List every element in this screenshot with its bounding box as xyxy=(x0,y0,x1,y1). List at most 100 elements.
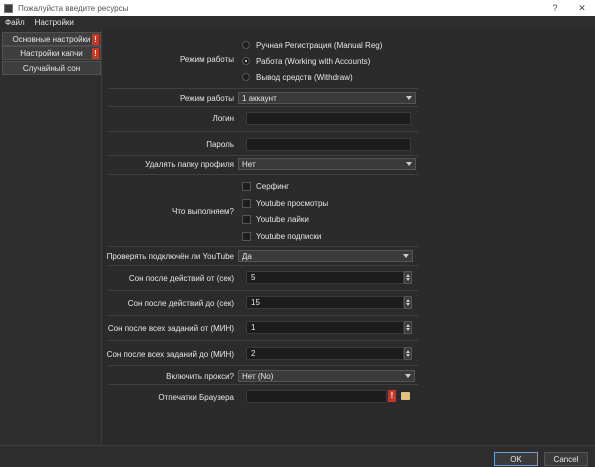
radio-label: Работа (Working with Accounts) xyxy=(256,56,371,66)
checkbox[interactable] xyxy=(242,231,251,241)
sleep-after-to-input[interactable]: 15 xyxy=(246,296,404,309)
checkbox-label: Youtube просмотры xyxy=(256,198,329,208)
checkbox-surfing[interactable]: Серфинг xyxy=(242,179,289,193)
radio-working-accounts[interactable]: Работа (Working with Accounts) xyxy=(242,54,370,68)
work-mode2-label: Режим работы xyxy=(179,94,234,103)
checkbox-youtube-views[interactable]: Youtube просмотры xyxy=(242,196,328,210)
sidebar-item-main-settings[interactable]: Основные настройки ! xyxy=(2,32,101,46)
radio-button-selected[interactable] xyxy=(242,57,250,65)
divider xyxy=(108,290,418,291)
what-to-do-label: Что выполняем? xyxy=(172,207,234,216)
select-value: Нет xyxy=(242,159,256,169)
checkbox[interactable] xyxy=(242,214,251,224)
warning-icon: ! xyxy=(388,390,396,402)
window-title: Пожалуйста введите ресурсы xyxy=(18,3,129,13)
radio-button[interactable] xyxy=(242,41,250,49)
spin-buttons[interactable] xyxy=(404,296,412,309)
checkbox-youtube-likes[interactable]: Youtube лайки xyxy=(242,212,309,226)
password-field[interactable] xyxy=(246,138,411,151)
checkbox-label: Youtube подписки xyxy=(256,231,322,241)
login-label: Логин xyxy=(212,114,234,123)
sleep-all-from-input[interactable]: 1 xyxy=(246,321,404,334)
divider xyxy=(108,265,418,266)
spin-up-icon[interactable] xyxy=(406,274,410,277)
spin-buttons[interactable] xyxy=(404,271,412,284)
help-button[interactable]: ? xyxy=(544,0,566,16)
fingerprints-label: Отпечатки Браузера xyxy=(158,393,234,402)
spin-down-icon[interactable] xyxy=(406,354,410,357)
spin-down-icon[interactable] xyxy=(406,278,410,281)
spin-buttons[interactable] xyxy=(404,321,412,334)
chevron-down-icon xyxy=(405,374,411,378)
warning-icon: ! xyxy=(92,48,99,59)
proxy-label: Включить прокси? xyxy=(166,372,234,381)
check-youtube-select[interactable]: Да xyxy=(238,250,413,262)
sleep-after-to-label: Сон после действий до (сек) xyxy=(127,299,234,308)
divider xyxy=(108,131,418,132)
radio-withdraw[interactable]: Вывод средств (Withdraw) xyxy=(242,70,353,84)
radio-label: Вывод средств (Withdraw) xyxy=(256,72,353,82)
divider xyxy=(108,246,418,247)
chevron-down-icon xyxy=(406,162,412,166)
check-youtube-label: Проверять подключён ли YouTube xyxy=(106,252,234,261)
spin-value: 1 xyxy=(251,323,256,332)
cancel-button[interactable]: Cancel xyxy=(544,452,588,466)
folder-icon[interactable] xyxy=(401,392,410,400)
chevron-down-icon xyxy=(403,254,409,258)
sleep-after-from-label: Сон после действий от (сек) xyxy=(128,274,234,283)
login-field[interactable] xyxy=(246,112,411,125)
menu-file[interactable]: Файл xyxy=(0,18,30,27)
sleep-all-from-label: Сон после всех заданий от (МИН) xyxy=(107,324,234,333)
divider xyxy=(108,315,418,316)
spin-value: 2 xyxy=(251,349,256,358)
radio-button[interactable] xyxy=(242,73,250,81)
delete-profile-select[interactable]: Нет xyxy=(238,158,416,170)
divider xyxy=(108,365,418,366)
spin-up-icon[interactable] xyxy=(406,299,410,302)
work-mode-select[interactable]: 1 аккаунт xyxy=(238,92,416,104)
checkbox-youtube-subscriptions[interactable]: Youtube подписки xyxy=(242,229,321,243)
chevron-down-icon xyxy=(406,96,412,100)
spin-down-icon[interactable] xyxy=(406,328,410,331)
password-label: Пароль xyxy=(206,140,234,149)
menu-settings[interactable]: Настройки xyxy=(30,18,79,27)
ok-button[interactable]: OK xyxy=(494,452,538,466)
checkbox-label: Youtube лайки xyxy=(256,214,309,224)
sidebar-item-label: Основные настройки xyxy=(12,34,91,44)
sidebar-item-random-sleep[interactable]: Случайный сон xyxy=(2,61,101,75)
sidebar-item-label: Случайный сон xyxy=(22,63,81,73)
sleep-all-to-input[interactable]: 2 xyxy=(246,347,404,360)
spin-up-icon[interactable] xyxy=(406,324,410,327)
proxy-select[interactable]: Нет (No) xyxy=(238,370,415,382)
dialog-footer: OK Cancel xyxy=(0,445,595,467)
sidebar: Основные настройки ! Настройки капчи ! С… xyxy=(0,29,102,445)
checkbox[interactable] xyxy=(242,181,251,191)
sleep-after-from-input[interactable]: 5 xyxy=(246,271,404,284)
close-button[interactable]: ✕ xyxy=(571,0,593,16)
sidebar-item-captcha-settings[interactable]: Настройки капчи ! xyxy=(2,46,101,60)
select-value: 1 аккаунт xyxy=(242,93,277,103)
title-bar: Пожалуйста введите ресурсы ? ✕ xyxy=(0,0,595,16)
spin-value: 15 xyxy=(251,298,260,307)
radio-label: Ручная Регистрация (Manual Reg) xyxy=(256,40,383,50)
spin-buttons[interactable] xyxy=(404,347,412,360)
sleep-all-to-label: Сон после всех заданий до (МИН) xyxy=(106,350,234,359)
radio-manual-reg[interactable]: Ручная Регистрация (Manual Reg) xyxy=(242,38,382,52)
spin-up-icon[interactable] xyxy=(406,350,410,353)
divider xyxy=(108,106,418,107)
checkbox-label: Серфинг xyxy=(256,181,290,191)
divider xyxy=(108,340,418,341)
divider xyxy=(108,88,418,89)
warning-icon: ! xyxy=(92,34,99,45)
divider xyxy=(108,155,418,156)
select-value: Да xyxy=(242,251,252,261)
fingerprints-field[interactable] xyxy=(246,390,387,403)
divider xyxy=(108,174,418,175)
spin-down-icon[interactable] xyxy=(406,303,410,306)
app-icon xyxy=(4,3,13,13)
delete-profile-label: Удалять папку профиля xyxy=(145,160,234,169)
checkbox[interactable] xyxy=(242,198,251,208)
select-value: Нет (No) xyxy=(242,371,274,381)
spin-value: 5 xyxy=(251,273,256,282)
menu-bar: Файл Настройки xyxy=(0,16,595,29)
